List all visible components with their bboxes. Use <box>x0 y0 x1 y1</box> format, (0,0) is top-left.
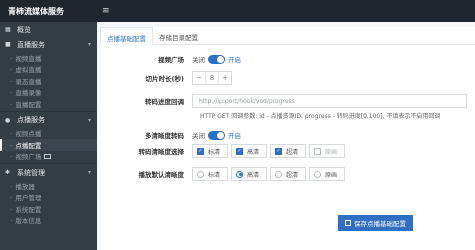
multi-res-label: 多清晰度转码 <box>145 132 184 140</box>
sidebar-item-record-live[interactable]: - 录态直播 <box>0 75 97 87</box>
tab-storage-config[interactable]: 存储目录配置 <box>153 27 204 44</box>
checkbox-icon: ✓ <box>236 147 243 155</box>
grid-icon: ▦ <box>5 26 11 33</box>
sidebar-item-live-video[interactable]: - 视频直播 <box>0 52 97 64</box>
tv-icon <box>44 153 52 159</box>
default-res-label: 播放默认清晰度 <box>138 171 185 179</box>
radio-icon <box>197 170 204 178</box>
progress-callback-row: 转码进度回调 http://ip:port/hook/vod/progress <box>100 94 467 108</box>
save-button[interactable]: 保存点播基础配置 <box>338 215 413 231</box>
multi-res-toggle[interactable] <box>208 130 225 140</box>
slice-duration-row: 切片时长(秒) − 8 + <box>100 71 232 85</box>
video-square-row: 视频广场 关闭 开启 <box>100 54 241 64</box>
settings-card: 点播基础配置 存储目录配置 视频广场 关闭 开启 切片时长(秒) − 8 + 转… <box>100 27 475 250</box>
play-circle-icon: ● <box>5 116 11 124</box>
transcode-option-fhd[interactable]: ✓ 超清 <box>270 144 306 158</box>
default-option-fhd[interactable]: 超清 <box>270 167 306 181</box>
slice-duration-label: 切片时长(秒) <box>145 75 184 83</box>
chevron-down-icon: ▾ <box>87 169 91 176</box>
sidebar-item-users[interactable]: - 用户管理 <box>0 192 97 204</box>
camera-icon: ■ <box>5 41 11 48</box>
default-option-original[interactable]: 原画 <box>309 167 345 181</box>
default-res-row: 播放默认清晰度 标清 高清 超清 原画 <box>100 167 348 181</box>
sidebar-item-system-config[interactable]: - 系统配置 <box>0 203 97 215</box>
checkbox-icon: ✓ <box>197 147 204 155</box>
chevron-down-icon: ▾ <box>87 116 91 124</box>
app-title: 青柿流媒体服务 <box>8 6 64 16</box>
sidebar: ▦ 概览 ■ 直播服务 ▾ - 视频直播 - 虚拟直播 - 录态直播 - 直播录像 -直… <box>0 22 97 250</box>
radio-icon <box>275 170 282 178</box>
sidebar-group-vod[interactable]: ● 点播服务 ▾ <box>0 113 97 128</box>
sidebar-item-vod-video[interactable]: - 视频点播 <box>0 128 97 140</box>
sidebar-group-system[interactable]: ✱ 系统管理 ▾ <box>0 165 97 180</box>
checkbox-icon <box>314 147 321 155</box>
gear-icon: ✱ <box>5 169 11 176</box>
sidebar-item-virtual-live[interactable]: - 虚拟直播 <box>0 64 97 76</box>
sidebar-item-player[interactable]: - 播放器 <box>0 180 97 192</box>
top-bar: 青柿流媒体服务 ≡ <box>0 0 475 22</box>
radio-icon <box>236 170 243 178</box>
transcode-res-label: 转码清晰度选择 <box>138 148 185 156</box>
slice-duration-stepper: − 8 + <box>192 71 232 85</box>
progress-callback-label: 转码进度回调 <box>145 98 184 106</box>
transcode-res-row: 转码清晰度选择 ✓ 标清 ✓ 高清 ✓ 超清 原画 <box>100 144 348 158</box>
video-square-label: 视频广场 <box>158 56 184 64</box>
default-option-sd[interactable]: 标清 <box>192 167 228 181</box>
increment-button[interactable]: + <box>219 72 231 84</box>
sidebar-item-video-square[interactable]: - 视频广场 <box>0 151 97 163</box>
radio-icon <box>314 170 321 178</box>
tab-bar: 点播基础配置 存储目录配置 <box>100 27 475 45</box>
divider <box>0 110 97 112</box>
menu-toggle-icon[interactable]: ≡ <box>102 6 110 16</box>
sidebar-item-live-config[interactable]: - 直播配置 <box>0 98 97 110</box>
progress-callback-help: HTTP GET 回调参数: id - 点播资源ID, progress - 转… <box>200 113 441 120</box>
sidebar-item-version[interactable]: - 版本信息 <box>0 215 97 227</box>
progress-callback-input[interactable]: http://ip:port/hook/vod/progress <box>192 94 467 108</box>
divider <box>0 163 97 164</box>
sidebar-group-live[interactable]: ■ 直播服务 ▾ <box>0 37 97 52</box>
default-option-hd[interactable]: 高清 <box>231 167 267 181</box>
save-icon <box>345 220 351 226</box>
sidebar-item-overview[interactable]: ▦ 概览 <box>0 22 97 37</box>
sidebar-item-vod-config[interactable]: - 点播配置 <box>0 139 97 151</box>
checkbox-icon: ✓ <box>275 147 282 155</box>
decrement-button[interactable]: − <box>193 72 205 84</box>
transcode-option-original: 原画 <box>309 144 345 158</box>
multi-res-row: 多清晰度转码 关闭 开启 <box>100 130 241 140</box>
video-square-toggle[interactable] <box>208 54 225 64</box>
transcode-option-sd[interactable]: ✓ 标清 <box>192 144 228 158</box>
sidebar-item-live-recordings[interactable]: - 直播录像 <box>0 87 97 99</box>
main-panel: 点播基础配置 存储目录配置 视频广场 关闭 开启 切片时长(秒) − 8 + 转… <box>97 22 475 250</box>
chevron-down-icon: ▾ <box>87 41 91 48</box>
slice-duration-input[interactable]: 8 <box>205 72 219 84</box>
transcode-option-hd[interactable]: ✓ 高清 <box>231 144 267 158</box>
tab-vod-basic-config[interactable]: 点播基础配置 <box>100 27 153 45</box>
